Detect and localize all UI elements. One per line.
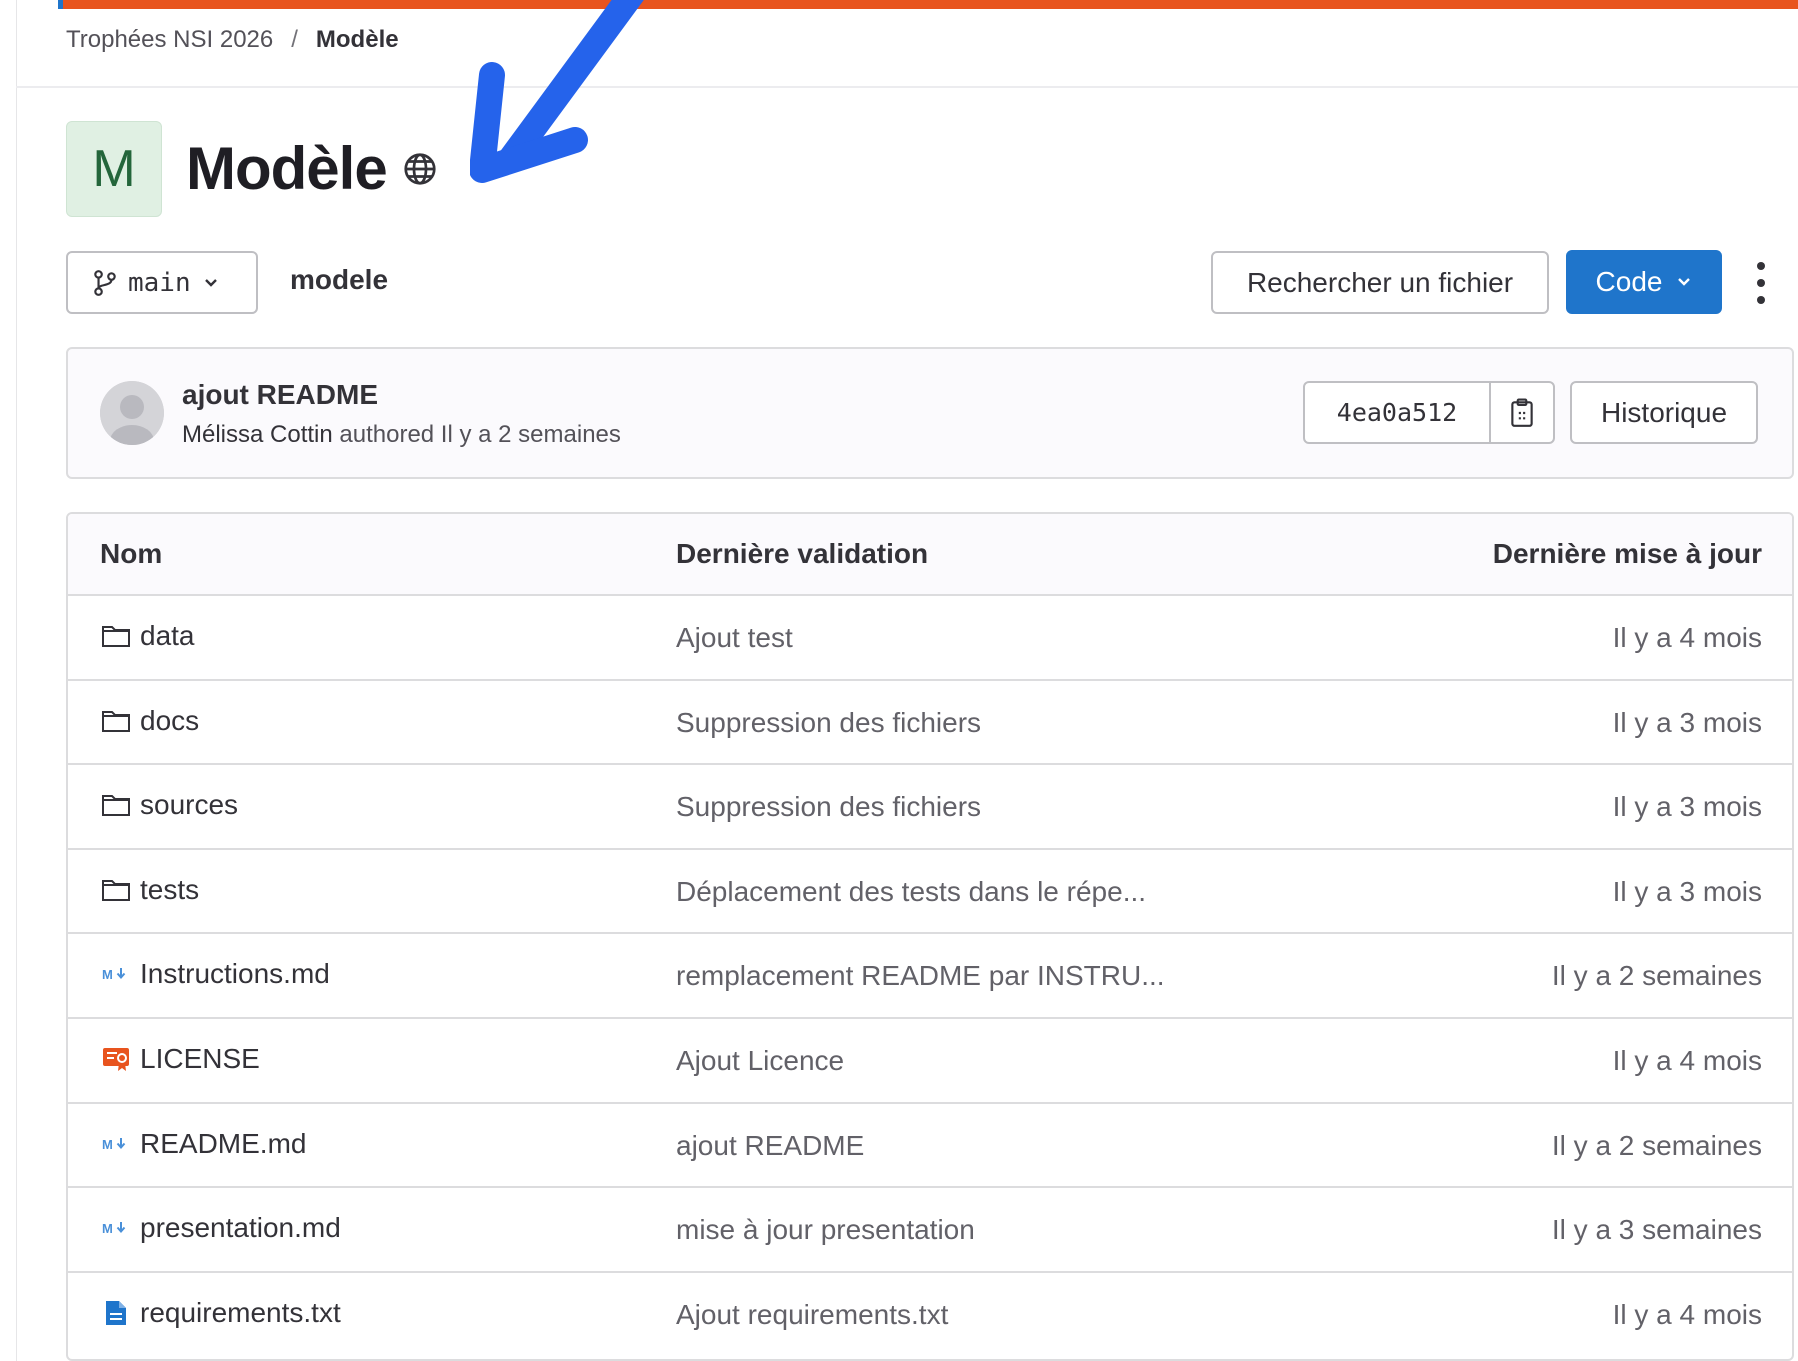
top-bar-accent: [58, 0, 63, 9]
file-name-cell[interactable]: M Instructions.md: [100, 958, 330, 990]
last-update-date: Il y a 2 semaines: [1551, 1129, 1762, 1161]
table-header: Nom Dernière validation Dernière mise à …: [68, 514, 1792, 596]
table-row[interactable]: LICENSE Ajout Licence Il y a 4 mois: [68, 1019, 1792, 1104]
markdown-icon: M: [100, 958, 132, 990]
file-name-cell[interactable]: M README.md: [100, 1128, 306, 1160]
avatar[interactable]: [100, 381, 164, 445]
file-table: Nom Dernière validation Dernière mise à …: [66, 512, 1794, 1361]
table-body: data Ajout test Il y a 4 mois docs Suppressi…: [68, 596, 1792, 1357]
folder-icon: [100, 789, 132, 821]
folder-icon: [100, 874, 132, 906]
table-row[interactable]: Mpresentation.md mise à jour presentation…: [68, 1188, 1792, 1273]
file-name-cell[interactable]: LICENSE: [100, 1043, 260, 1075]
breadcrumb-divider: [16, 86, 1798, 88]
last-update-date: Il y a 3 semaines: [1551, 1214, 1762, 1246]
last-commit-message[interactable]: Ajout requirements.txt: [676, 1299, 948, 1331]
file-name[interactable]: docs: [140, 705, 199, 737]
license-icon: [100, 1043, 132, 1075]
code-dropdown-button[interactable]: Code: [1566, 250, 1722, 314]
annotation-arrow-icon: [470, 0, 644, 183]
last-update-date: Il y a 4 mois: [1612, 1044, 1762, 1076]
folder-icon: [100, 705, 132, 737]
breadcrumb-current[interactable]: Modèle: [316, 26, 399, 54]
last-commit-message[interactable]: Déplacement des tests dans le répe...: [676, 876, 1146, 908]
file-name-cell[interactable]: data: [100, 620, 195, 652]
file-name-cell[interactable]: docs: [100, 705, 199, 737]
table-row[interactable]: M README.md ajout README Il y a 2 semaines: [68, 1104, 1792, 1189]
table-row[interactable]: data Ajout test Il y a 4 mois: [68, 596, 1792, 681]
history-button[interactable]: Historique: [1570, 381, 1758, 444]
folder-icon: [100, 620, 132, 652]
column-header-name: Nom: [100, 538, 163, 569]
branch-name: main: [128, 267, 191, 298]
file-name[interactable]: Instructions.md: [140, 958, 330, 990]
breadcrumb-separator: /: [291, 26, 298, 53]
file-name[interactable]: sources: [140, 789, 238, 821]
last-commit-message[interactable]: ajout README: [676, 1130, 864, 1162]
last-commit-message[interactable]: Suppression des fichiers: [676, 707, 981, 739]
table-row[interactable]: sources Suppression des fichiers Il y a 3 …: [68, 765, 1792, 850]
repository-path[interactable]: modele: [290, 264, 388, 296]
last-update-date: Il y a 4 mois: [1612, 622, 1762, 653]
last-commit-message[interactable]: remplacement README par INSTRU...: [676, 960, 1165, 992]
find-file-button[interactable]: Rechercher un fichier: [1211, 251, 1549, 314]
table-row[interactable]: M Instructions.md remplacement README par …: [68, 934, 1792, 1019]
file-name[interactable]: README.md: [140, 1128, 306, 1160]
commit-sha-group: 4ea0a512: [1303, 381, 1555, 444]
last-update-date: Il y a 3 mois: [1612, 706, 1762, 738]
file-name-cell[interactable]: sources: [100, 789, 238, 821]
commit-author-link[interactable]: Mélissa Cottin: [182, 421, 333, 448]
sidebar-edge: [16, 0, 17, 1361]
copy-sha-button[interactable]: [1491, 383, 1553, 442]
file-name[interactable]: tests: [140, 874, 199, 906]
last-update-date: Il y a 3 mois: [1612, 875, 1762, 907]
column-header-commit: Dernière validation: [676, 538, 929, 569]
globe-icon[interactable]: [402, 151, 438, 187]
file-name[interactable]: presentation.md: [140, 1212, 341, 1244]
markdown-icon: M: [100, 1212, 132, 1244]
file-name-cell[interactable]: requirements.txt: [100, 1297, 341, 1329]
svg-text:M: M: [102, 1137, 113, 1152]
last-update-date: Il y a 4 mois: [1612, 1298, 1762, 1330]
commit-meta: Mélissa Cottin authored Il y a 2 semaine…: [182, 421, 621, 449]
column-header-date: Dernière mise à jour: [1492, 538, 1762, 569]
table-row[interactable]: tests Déplacement des tests dans le répe.…: [68, 850, 1792, 935]
last-commit-message[interactable]: Ajout test: [676, 622, 793, 654]
last-update-date: Il y a 3 mois: [1612, 791, 1762, 823]
more-actions-icon[interactable]: [1752, 262, 1770, 304]
file-name[interactable]: requirements.txt: [140, 1297, 341, 1329]
commit-meta-text: authored Il y a 2 semaines: [332, 421, 621, 448]
project-avatar[interactable]: M: [66, 121, 162, 217]
last-commit-message[interactable]: Suppression des fichiers: [676, 791, 981, 823]
markdown-icon: M: [100, 1128, 132, 1160]
chevron-down-icon: [1678, 278, 1691, 286]
last-commit-message[interactable]: Ajout Licence: [676, 1045, 844, 1077]
file-name[interactable]: data: [140, 620, 195, 652]
project-title: Modèle: [186, 135, 388, 202]
commit-title-link[interactable]: ajout README: [182, 379, 378, 411]
last-commit-message[interactable]: mise à jour presentation: [676, 1214, 975, 1246]
code-button-label: Code: [1595, 266, 1663, 297]
svg-text:M: M: [102, 967, 113, 982]
file-name[interactable]: LICENSE: [140, 1043, 260, 1075]
branch-icon: [94, 269, 116, 296]
branch-selector[interactable]: main: [66, 251, 258, 314]
file-name-cell[interactable]: Mpresentation.md: [100, 1212, 341, 1244]
last-update-date: Il y a 2 semaines: [1551, 960, 1762, 992]
svg-text:M: M: [102, 1221, 113, 1236]
chevron-down-icon: [204, 278, 217, 287]
breadcrumb-group-link[interactable]: Trophées NSI 2026: [66, 26, 273, 54]
commit-sha[interactable]: 4ea0a512: [1305, 383, 1491, 442]
table-row[interactable]: requirements.txt Ajout requirements.txt Il…: [68, 1273, 1792, 1358]
table-row[interactable]: docs Suppression des fichiers Il y a 3 moi…: [68, 681, 1792, 766]
file-name-cell[interactable]: tests: [100, 874, 199, 906]
clipboard-icon: [1511, 398, 1533, 427]
text-file-icon: [100, 1297, 132, 1329]
breadcrumb: Trophées NSI 2026 / Modèle: [66, 24, 399, 56]
top-progress-bar: [60, 0, 1798, 9]
